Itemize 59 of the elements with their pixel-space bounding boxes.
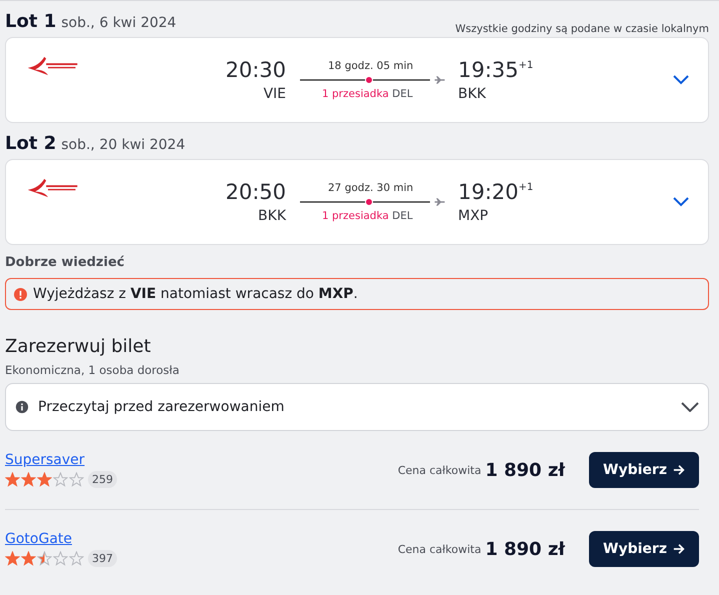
day-offset: +1 bbox=[518, 60, 534, 71]
arrival-time: 19:35 bbox=[458, 58, 519, 82]
departure-airport: VIE bbox=[263, 86, 286, 102]
day-offset: +1 bbox=[518, 182, 534, 193]
plane-icon bbox=[434, 74, 446, 86]
review-count: 259 bbox=[88, 471, 117, 488]
star-icon bbox=[69, 472, 84, 487]
price: 1 890 zł bbox=[485, 538, 565, 560]
section-title: Zarezerwuj bilet bbox=[5, 336, 152, 357]
flight-card[interactable]: 20:50 BKK 27 godz. 30 min 1 przesiadka DEL 19:20$^{+1}$ MXP bbox=[5, 159, 709, 245]
flight-title: Lot 1 bbox=[5, 11, 56, 32]
info-icon bbox=[14, 288, 27, 300]
star-icon bbox=[53, 551, 68, 566]
flight-duration: 27 godz. 30 min bbox=[328, 182, 414, 194]
info-icon bbox=[15, 400, 29, 414]
provider-link[interactable]: Supersaver bbox=[5, 452, 117, 468]
price-label: Cena całkowita bbox=[398, 542, 482, 556]
star-icon bbox=[5, 551, 20, 566]
chevron-down-icon[interactable] bbox=[673, 197, 689, 207]
departure-time: 20:50 bbox=[225, 180, 286, 204]
review-count: 397 bbox=[88, 550, 117, 567]
flight-date: sob., 20 kwi 2024 bbox=[61, 137, 186, 153]
star-icon bbox=[37, 551, 52, 566]
notice-label: Przeczytaj przed zarezerwowaniem bbox=[38, 399, 284, 415]
stopover-airport: DEL bbox=[392, 88, 413, 100]
star-icon bbox=[21, 472, 36, 487]
flight-card[interactable]: 20:30 VIE 18 godz. 05 min 1 przesiadka DEL 19:35$^{+1}$ BKK bbox=[5, 37, 709, 123]
flight-duration: 18 godz. 05 min bbox=[328, 60, 414, 72]
arrival-airport: MXP bbox=[458, 208, 488, 224]
route-line-icon bbox=[300, 76, 430, 84]
arrow-right-icon bbox=[672, 543, 685, 555]
flight-title: Lot 2 bbox=[5, 133, 56, 154]
select-button[interactable]: Wybierz bbox=[589, 531, 699, 567]
provider-link[interactable]: GotoGate bbox=[5, 531, 117, 547]
section-title: Dobrze wiedzieć bbox=[5, 255, 126, 270]
flight-date: sob., 6 kwi 2024 bbox=[61, 15, 176, 31]
chevron-down-icon[interactable] bbox=[673, 75, 689, 85]
stopover-airport: DEL bbox=[392, 210, 413, 222]
fare-class: Ekonomiczna, 1 osoba dorosła bbox=[5, 363, 180, 377]
arrival-time: 19:20 bbox=[458, 180, 519, 204]
arrival-airport: BKK bbox=[458, 86, 486, 102]
notice-dropdown[interactable]: Przeczytaj przed zarezerwowaniem bbox=[5, 383, 709, 431]
plane-icon bbox=[434, 196, 446, 208]
arrow-right-icon bbox=[672, 464, 685, 476]
route-line-icon bbox=[300, 198, 430, 206]
stops-count: 1 przesiadka bbox=[322, 88, 389, 100]
departure-time: 20:30 bbox=[225, 58, 286, 82]
star-icon bbox=[37, 472, 52, 487]
star-icon bbox=[69, 551, 84, 566]
star-icon bbox=[5, 472, 20, 487]
timezone-note: Wszystkie godziny są podane w czasie lokalnym bbox=[455, 23, 709, 37]
stops-count: 1 przesiadka bbox=[322, 210, 389, 222]
star-icon bbox=[53, 472, 68, 487]
price-label: Cena całkowita bbox=[398, 464, 482, 476]
star-icon bbox=[21, 551, 36, 566]
select-button[interactable]: Wybierz bbox=[589, 452, 699, 488]
departure-airport: BKK bbox=[258, 208, 286, 224]
alert-text: Wyjeżdżasz z VIE natomiast wracasz do MXP. bbox=[33, 286, 358, 302]
price: 1 890 zł bbox=[485, 460, 565, 480]
